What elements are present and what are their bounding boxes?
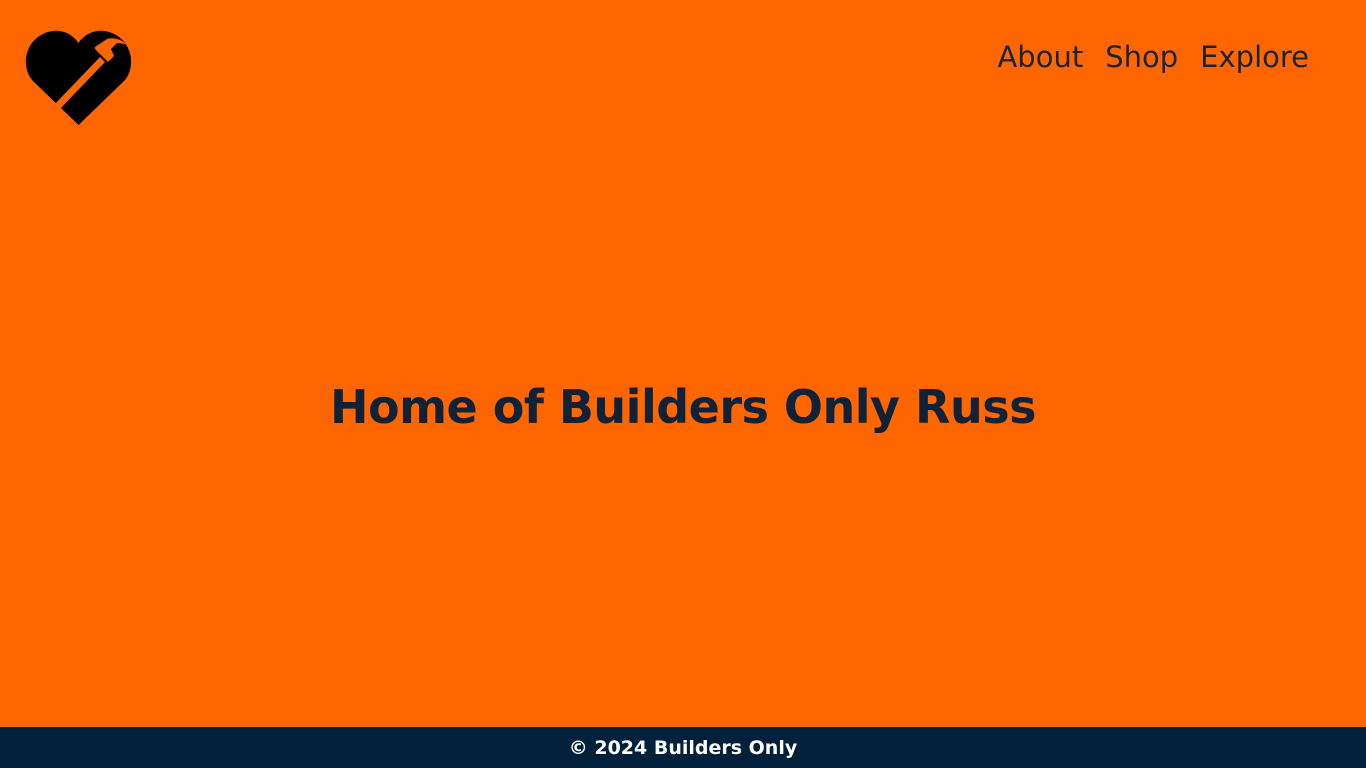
main-nav: About Shop Explore: [997, 40, 1309, 74]
heart-hammer-icon: [25, 30, 132, 126]
site-header: About Shop Explore: [0, 0, 1366, 130]
copyright-text: © 2024 Builders Only: [568, 736, 798, 759]
nav-link-explore[interactable]: Explore: [1200, 40, 1309, 74]
nav-link-shop[interactable]: Shop: [1105, 40, 1178, 74]
nav-link-about[interactable]: About: [997, 40, 1083, 74]
hero-section: Home of Builders Only Russ: [0, 380, 1366, 434]
site-footer: © 2024 Builders Only: [0, 727, 1366, 768]
hero-title: Home of Builders Only Russ: [330, 380, 1036, 434]
